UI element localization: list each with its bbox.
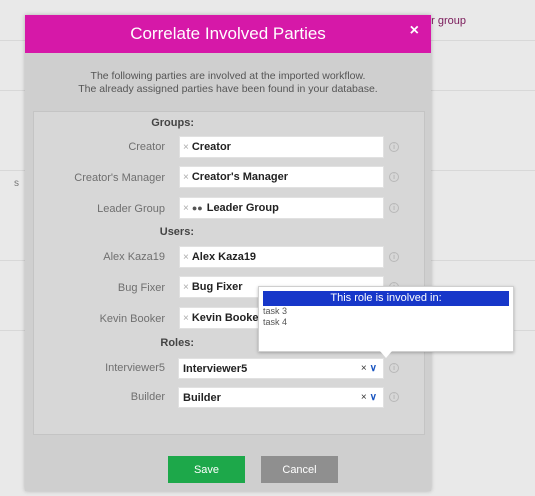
tooltip-item: task 3 — [263, 306, 288, 316]
intro-line: The already assigned parties have been f… — [78, 83, 378, 95]
clear-icon[interactable]: × — [361, 392, 367, 403]
dialog-title-bar: Correlate Involved Parties × — [25, 15, 431, 53]
chevron-down-icon[interactable]: ∨ — [370, 392, 377, 403]
tag-label: Kevin Booker — [191, 312, 263, 324]
background-text: er group — [425, 15, 466, 27]
selected-tag: × Creator — [183, 141, 231, 153]
role-select[interactable]: Builder × ∨ — [178, 387, 384, 408]
cancel-button[interactable]: Cancel — [261, 456, 338, 483]
party-label: Alex Kaza19 — [103, 251, 165, 263]
remove-tag-icon[interactable]: × — [183, 172, 189, 183]
intro-line: The following parties are involved at th… — [90, 70, 366, 82]
tag-label: Bug Fixer — [191, 281, 243, 293]
role-involvement-tooltip: This role is involved in: task 3 task 4 — [258, 286, 514, 358]
party-label: Kevin Booker — [99, 313, 165, 325]
correlate-parties-dialog: Correlate Involved Parties × The followi… — [25, 15, 431, 491]
info-icon[interactable]: i — [389, 203, 399, 213]
selected-tag: × Alex Kaza19 — [183, 251, 256, 263]
role-label: Interviewer5 — [105, 362, 165, 374]
remove-tag-icon[interactable]: × — [183, 313, 189, 324]
users-heading: Users: — [159, 226, 194, 238]
selected-tag: × Bug Fixer — [183, 281, 243, 293]
remove-tag-icon[interactable]: × — [183, 142, 189, 153]
selected-tag: × Creator's Manager — [183, 171, 288, 183]
group-icon: ●● — [191, 203, 203, 213]
chevron-down-icon[interactable]: ∨ — [370, 363, 377, 374]
dialog-title: Correlate Involved Parties — [130, 24, 326, 43]
tag-label: Alex Kaza19 — [191, 251, 257, 263]
tag-label: Creator's Manager — [191, 171, 288, 183]
role-value: Builder — [183, 391, 221, 404]
role-select[interactable]: Interviewer5 × ∨ — [178, 358, 384, 379]
tag-label: Leader Group — [206, 202, 279, 214]
tooltip-title: This role is involved in: — [263, 291, 509, 306]
info-icon[interactable]: i — [389, 172, 399, 182]
party-label: Leader Group — [97, 203, 165, 215]
close-icon[interactable]: × — [410, 22, 419, 40]
role-label: Builder — [130, 391, 165, 403]
intro-text: The following parties are involved at th… — [25, 70, 431, 96]
groups-heading: Groups: — [151, 117, 194, 129]
info-icon[interactable]: i — [389, 252, 399, 262]
tooltip-item: task 4 — [263, 317, 288, 327]
party-select[interactable]: × Creator's Manager — [179, 166, 384, 188]
save-button[interactable]: Save — [168, 456, 245, 483]
tag-label: Creator — [191, 141, 231, 153]
info-icon[interactable]: i — [389, 363, 399, 373]
remove-tag-icon[interactable]: × — [183, 203, 189, 214]
parties-panel: Groups: Creator × Creator i Creator's Man… — [33, 111, 425, 435]
info-icon[interactable]: i — [389, 392, 399, 402]
info-icon[interactable]: i — [389, 142, 399, 152]
party-select[interactable]: × Alex Kaza19 — [179, 246, 384, 268]
remove-tag-icon[interactable]: × — [183, 252, 189, 263]
party-label: Creator — [128, 141, 165, 153]
selected-tag: × Kevin Booker — [183, 312, 263, 324]
background-mark: s — [14, 178, 19, 189]
party-select[interactable]: × ●● Leader Group — [179, 197, 384, 219]
tooltip-arrow — [380, 351, 392, 358]
remove-tag-icon[interactable]: × — [183, 282, 189, 293]
clear-icon[interactable]: × — [361, 363, 367, 374]
party-label: Creator's Manager — [74, 172, 165, 184]
selected-tag: × ●● Leader Group — [183, 202, 279, 214]
roles-heading: Roles: — [160, 337, 194, 349]
role-value: Interviewer5 — [183, 362, 248, 375]
party-label: Bug Fixer — [117, 282, 165, 294]
party-select[interactable]: × Creator — [179, 136, 384, 158]
